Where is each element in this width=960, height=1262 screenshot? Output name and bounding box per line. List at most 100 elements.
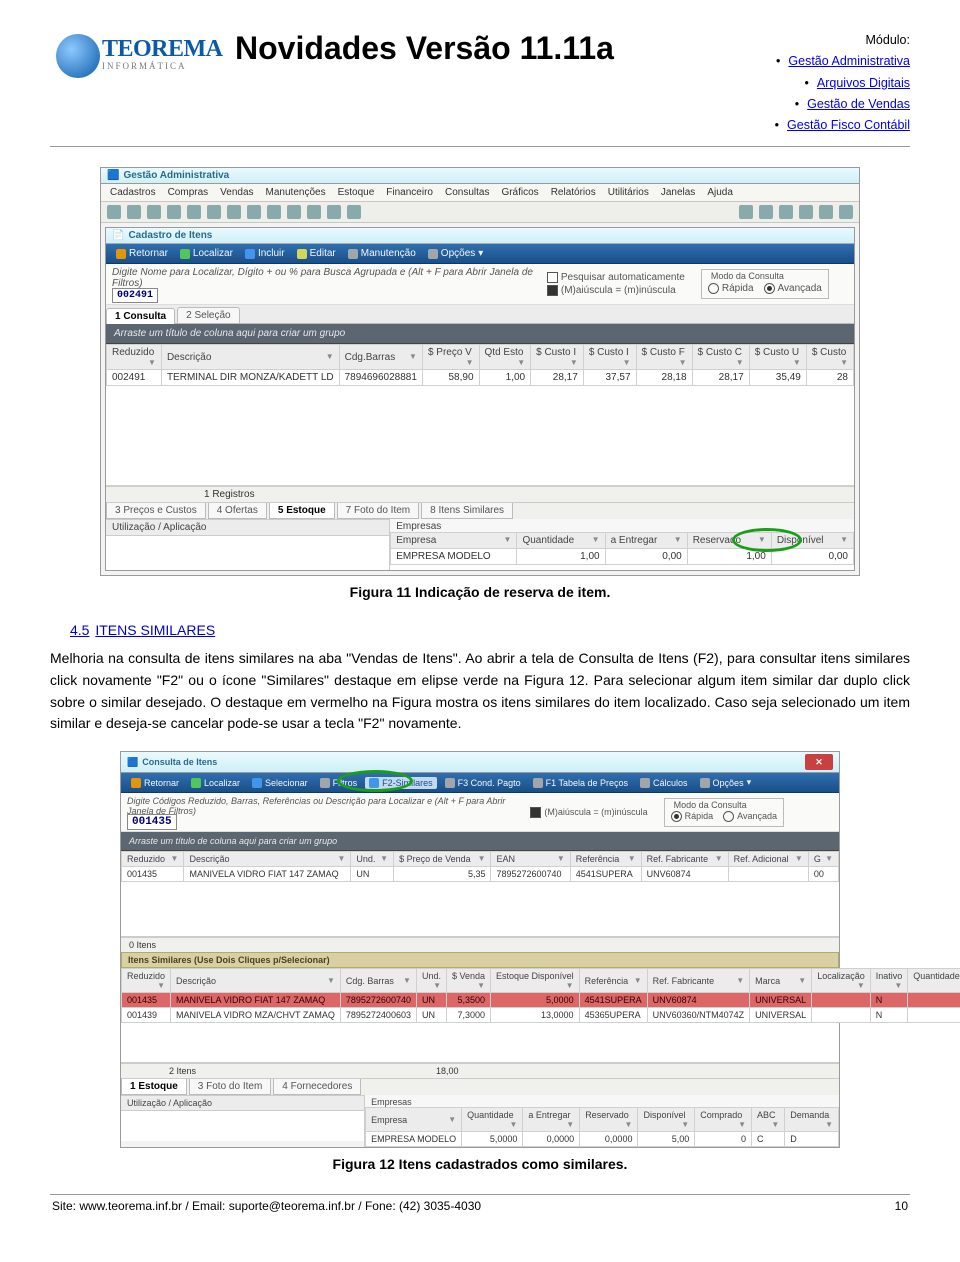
table-row[interactable]: EMPRESA MODELO 5,0000 0,0000 0,0000 5,00… bbox=[366, 1132, 839, 1147]
toolbar-icon[interactable] bbox=[267, 205, 281, 219]
filtros-button[interactable]: Filtros bbox=[316, 777, 362, 789]
table-row[interactable]: 002491 TERMINAL DIR MONZA/KADETT LD 7894… bbox=[107, 370, 854, 386]
toolbar-icon[interactable] bbox=[819, 205, 833, 219]
table-row[interactable]: EMPRESA MODELO 1,00 0,00 1,00 0,00 bbox=[391, 549, 854, 565]
auto-search-checkbox[interactable]: Pesquisar automaticamente bbox=[547, 272, 685, 283]
table-row[interactable]: 001435 MANIVELA VIDRO FIAT 147 ZAMAQ UN … bbox=[122, 867, 839, 882]
editar-button[interactable]: Editar bbox=[293, 247, 340, 260]
app-menubar[interactable]: Cadastros Compras Vendas Manutenções Est… bbox=[101, 184, 859, 202]
toolbar-icon[interactable] bbox=[307, 205, 321, 219]
tab-selecao[interactable]: 2 Seleção bbox=[177, 307, 239, 323]
filter-icon bbox=[320, 778, 330, 788]
menu-ajuda[interactable]: Ajuda bbox=[702, 186, 738, 199]
tab-precos[interactable]: 3 Preços e Custos bbox=[106, 503, 206, 519]
toolbar-icon[interactable] bbox=[287, 205, 301, 219]
select-icon bbox=[252, 778, 262, 788]
tab-ofertas[interactable]: 4 Ofertas bbox=[208, 503, 267, 519]
tabpreco-icon bbox=[533, 778, 543, 788]
menu-graficos[interactable]: Gráficos bbox=[496, 186, 543, 199]
similares-button[interactable]: F2-Similares bbox=[365, 777, 437, 789]
menu-estoque[interactable]: Estoque bbox=[333, 186, 380, 199]
toolbar-icon[interactable] bbox=[739, 205, 753, 219]
group-by-bar[interactable]: Arraste um título de coluna aqui para cr… bbox=[106, 324, 854, 344]
empresas-label: Empresas bbox=[390, 519, 854, 532]
app-toolbar[interactable] bbox=[101, 202, 859, 223]
toolbar-icon[interactable] bbox=[327, 205, 341, 219]
tab-estoque[interactable]: 5 Estoque bbox=[269, 503, 335, 519]
section-paragraph: Melhoria na consulta de itens similares … bbox=[50, 648, 910, 735]
inner-window-icon: 📄 bbox=[112, 230, 124, 241]
toolbar-icon[interactable] bbox=[779, 205, 793, 219]
toolbar-icon[interactable] bbox=[839, 205, 853, 219]
tabpreco-button[interactable]: F1 Tabela de Preços bbox=[529, 777, 632, 789]
toolbar-icon[interactable] bbox=[227, 205, 241, 219]
localizar-button[interactable]: Localizar bbox=[176, 247, 237, 260]
toolbar-icon[interactable] bbox=[127, 205, 141, 219]
opcoes-button[interactable]: Opções ▾ bbox=[696, 776, 756, 789]
toolbar-icon[interactable] bbox=[799, 205, 813, 219]
toolbar-icon[interactable] bbox=[247, 205, 261, 219]
modo-avancada-radio[interactable]: Avançada bbox=[764, 283, 822, 294]
calc-icon bbox=[640, 778, 650, 788]
modo-rapida-radio[interactable]: Rápida bbox=[708, 283, 754, 294]
tab-fornecedores[interactable]: 4 Fornecedores bbox=[273, 1079, 361, 1095]
module-link-arquivos[interactable]: Arquivos Digitais bbox=[817, 76, 910, 90]
tab-consulta[interactable]: 1 Consulta bbox=[106, 308, 175, 324]
group-by-bar[interactable]: Arraste um título de coluna aqui para cr… bbox=[121, 832, 839, 851]
action-bar: Retornar Localizar Selecionar Filtros F2… bbox=[121, 773, 839, 793]
condpgto-button[interactable]: F3 Cond. Pagto bbox=[441, 777, 525, 789]
modo-rapida-radio[interactable]: Rápida bbox=[671, 811, 714, 822]
page-number: 10 bbox=[895, 1199, 908, 1213]
manutencao-button[interactable]: Manutenção bbox=[344, 247, 420, 260]
toolbar-icon[interactable] bbox=[147, 205, 161, 219]
tab-foto[interactable]: 7 Foto do Item bbox=[337, 503, 419, 519]
tab-foto[interactable]: 3 Foto do Item bbox=[189, 1079, 271, 1095]
search-input[interactable]: 001435 bbox=[127, 814, 177, 830]
localizar-button[interactable]: Localizar bbox=[187, 777, 244, 789]
back-icon bbox=[116, 249, 126, 259]
empresa-grid[interactable]: Empresa▼ Quantidade▼ a Entregar▼ Reserva… bbox=[390, 532, 854, 565]
case-option-checkbox[interactable]: (M)aiúscula = (m)inúscula bbox=[547, 285, 685, 296]
tab-similares[interactable]: 8 Itens Similares bbox=[421, 503, 513, 519]
menu-financeiro[interactable]: Financeiro bbox=[381, 186, 438, 199]
cond-icon bbox=[445, 778, 455, 788]
toolbar-icon[interactable] bbox=[107, 205, 121, 219]
menu-manutencoes[interactable]: Manutenções bbox=[261, 186, 331, 199]
toolbar-icon[interactable] bbox=[207, 205, 221, 219]
menu-janelas[interactable]: Janelas bbox=[656, 186, 700, 199]
toolbar-icon[interactable] bbox=[347, 205, 361, 219]
calculos-button[interactable]: Cálculos bbox=[636, 777, 692, 789]
retornar-button[interactable]: Retornar bbox=[112, 247, 172, 260]
toolbar-icon[interactable] bbox=[187, 205, 201, 219]
menu-cadastros[interactable]: Cadastros bbox=[105, 186, 161, 199]
empresa-grid[interactable]: Empresa▼ Quantidade▼ a Entregar▼ Reserva… bbox=[365, 1107, 839, 1147]
wrench-icon bbox=[348, 249, 358, 259]
table-row[interactable]: 001439 MANIVELA VIDRO MZA/CHVT ZAMAQ 789… bbox=[122, 1008, 960, 1023]
result-grid[interactable]: Reduzido▼ Descrição▼ Cdg.Barras▼ $ Preço… bbox=[106, 344, 854, 386]
incluir-button[interactable]: Incluir bbox=[241, 247, 289, 260]
module-list: Módulo: Gestão Administrativa Arquivos D… bbox=[730, 30, 910, 136]
selecionar-button[interactable]: Selecionar bbox=[248, 777, 312, 789]
tab-estoque[interactable]: 1 Estoque bbox=[121, 1079, 187, 1095]
section-heading: 4.5 ITENS SIMILARES bbox=[70, 622, 910, 638]
module-link-vendas[interactable]: Gestão de Vendas bbox=[807, 97, 910, 111]
module-link-admin[interactable]: Gestão Administrativa bbox=[788, 54, 910, 68]
module-link-fisco[interactable]: Gestão Fisco Contábil bbox=[787, 118, 910, 132]
similares-grid[interactable]: Reduzido▼ Descrição▼ Cdg. Barras▼ Und.▼ … bbox=[121, 968, 960, 1023]
result-grid[interactable]: Reduzido▼ Descrição▼ Und.▼ $ Preço de Ve… bbox=[121, 851, 839, 882]
modo-avancada-radio[interactable]: Avançada bbox=[723, 811, 777, 822]
retornar-button[interactable]: Retornar bbox=[127, 777, 183, 789]
menu-utilitarios[interactable]: Utilitários bbox=[603, 186, 654, 199]
table-row[interactable]: 001435 MANIVELA VIDRO FIAT 147 ZAMAQ 789… bbox=[122, 993, 960, 1008]
toolbar-icon[interactable] bbox=[759, 205, 773, 219]
menu-compras[interactable]: Compras bbox=[163, 186, 214, 199]
case-option-checkbox[interactable]: (M)aiúscula = (m)inúscula bbox=[530, 807, 647, 818]
menu-relatorios[interactable]: Relatórios bbox=[546, 186, 601, 199]
util-label: Utilização / Aplicação bbox=[106, 519, 389, 536]
search-input[interactable]: 002491 bbox=[112, 288, 158, 303]
menu-vendas[interactable]: Vendas bbox=[215, 186, 258, 199]
opcoes-button[interactable]: Opções ▾ bbox=[424, 247, 488, 260]
toolbar-icon[interactable] bbox=[167, 205, 181, 219]
close-icon[interactable]: ✕ bbox=[805, 754, 833, 770]
menu-consultas[interactable]: Consultas bbox=[440, 186, 494, 199]
